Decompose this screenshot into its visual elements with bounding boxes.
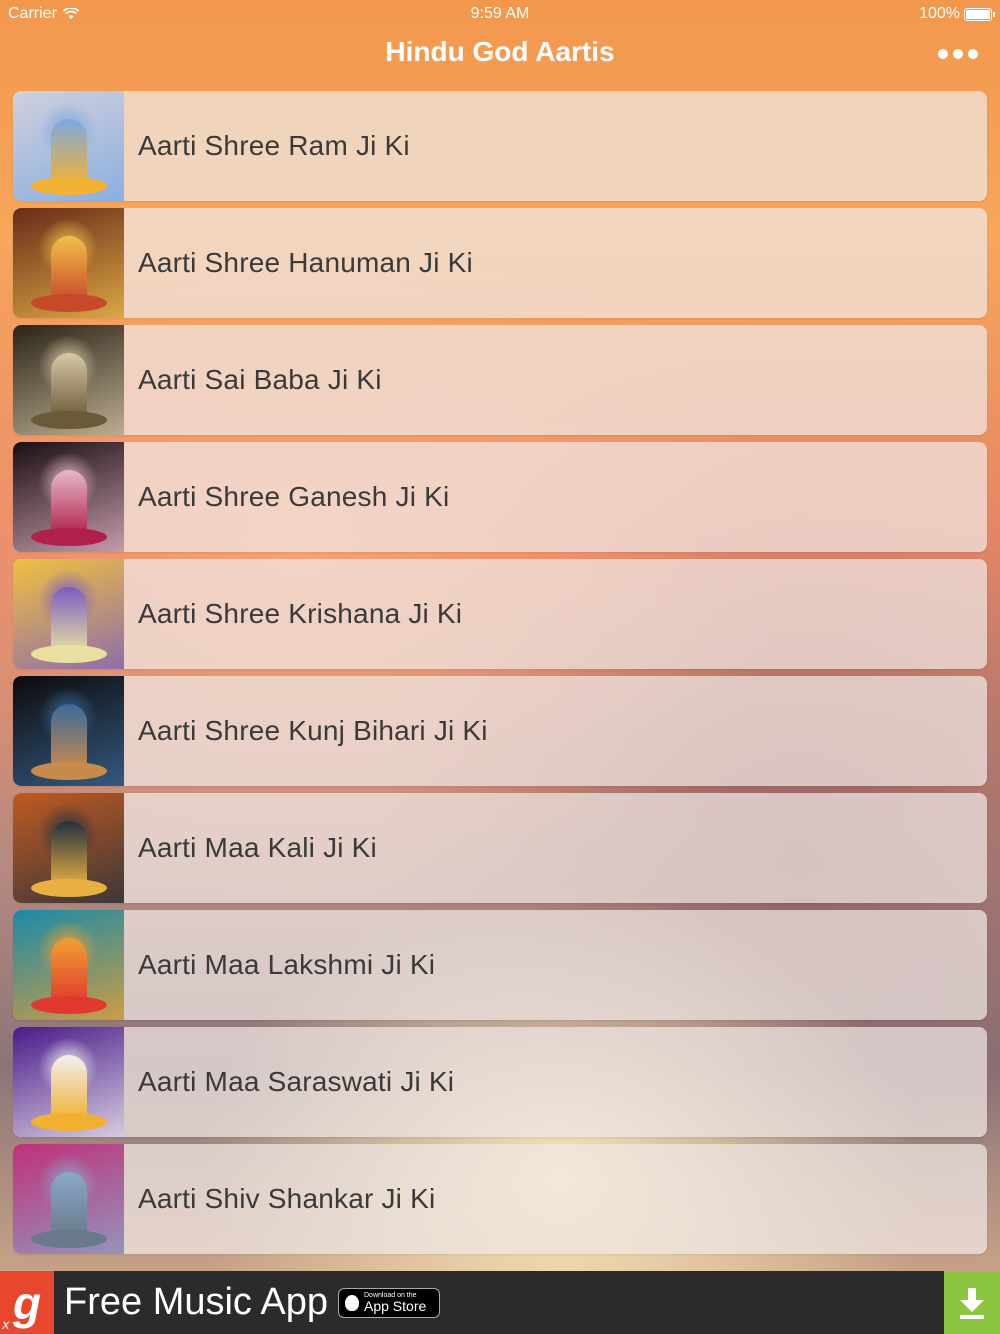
aarti-list-item[interactable]: Aarti Shiv Shankar Ji Ki <box>13 1144 987 1254</box>
thumbnail-base <box>31 645 107 663</box>
download-icon <box>960 1287 984 1319</box>
thumbnail-base <box>31 294 107 312</box>
ad-close-icon[interactable]: X <box>2 1320 9 1332</box>
battery-indicator: 100% <box>919 5 995 23</box>
deity-thumbnail <box>13 676 124 786</box>
aarti-title: Aarti Shree Ganesh Ji Ki <box>138 481 450 512</box>
thumbnail-figure <box>51 821 87 887</box>
aarti-list-item[interactable]: Aarti Shree Ram Ji Ki <box>13 91 987 201</box>
thumbnail-figure <box>51 938 87 1004</box>
thumbnail-figure <box>51 119 87 185</box>
deity-thumbnail <box>13 559 124 669</box>
thumbnail-base <box>31 177 107 195</box>
deity-thumbnail <box>13 325 124 435</box>
deity-thumbnail <box>13 793 124 903</box>
apple-icon <box>345 1294 359 1311</box>
ad-logo-letter: g <box>12 1276 42 1329</box>
aarti-list-item[interactable]: Aarti Shree Kunj Bihari Ji Ki <box>13 676 987 786</box>
aarti-list-item[interactable]: Aarti Shree Ganesh Ji Ki <box>13 442 987 552</box>
download-button[interactable] <box>944 1271 1000 1334</box>
thumbnail-base <box>31 762 107 780</box>
badge-text: Download on the App Store <box>364 1292 426 1313</box>
aarti-title: Aarti Sai Baba Ji Ki <box>138 364 382 395</box>
aarti-title: Aarti Shree Krishana Ji Ki <box>138 598 463 629</box>
status-time: 9:59 AM <box>470 5 530 22</box>
aarti-list-item[interactable]: Aarti Shree Krishana Ji Ki <box>13 559 987 669</box>
thumbnail-base <box>31 996 107 1014</box>
deity-thumbnail <box>13 910 124 1020</box>
thumbnail-figure <box>51 587 87 653</box>
deity-thumbnail <box>13 1027 124 1137</box>
thumbnail-base <box>31 411 107 429</box>
battery-icon <box>964 7 995 21</box>
aarti-title: Aarti Shree Kunj Bihari Ji Ki <box>138 715 488 746</box>
aarti-title: Aarti Shiv Shankar Ji Ki <box>138 1183 436 1214</box>
app-store-badge[interactable]: Download on the App Store <box>338 1287 440 1318</box>
badge-big-text: App Store <box>364 1298 427 1314</box>
more-dot <box>968 49 978 59</box>
more-options-button[interactable] <box>938 44 978 64</box>
aarti-list: Aarti Shree Ram Ji Ki Aarti Shree Hanuman… <box>13 91 987 1261</box>
battery-percent: 100% <box>919 5 960 22</box>
aarti-list-item[interactable]: Aarti Maa Lakshmi Ji Ki <box>13 910 987 1020</box>
thumbnail-base <box>31 1230 107 1248</box>
aarti-title: Aarti Maa Saraswati Ji Ki <box>138 1066 455 1097</box>
ad-banner[interactable]: g X Free Music App Download on the App S… <box>0 1271 1000 1334</box>
deity-thumbnail <box>13 1144 124 1254</box>
more-dots-icon <box>938 49 948 59</box>
aarti-list-item[interactable]: Aarti Sai Baba Ji Ki <box>13 325 987 435</box>
thumbnail-figure <box>51 236 87 302</box>
ad-text[interactable]: Free Music App <box>64 1281 328 1324</box>
aarti-list-item[interactable]: Aarti Shree Hanuman Ji Ki <box>13 208 987 318</box>
deity-thumbnail <box>13 208 124 318</box>
thumbnail-figure <box>51 470 87 536</box>
aarti-title: Aarti Maa Lakshmi Ji Ki <box>138 949 436 980</box>
thumbnail-base <box>31 1113 107 1131</box>
thumbnail-base <box>31 879 107 897</box>
aarti-title: Aarti Shree Hanuman Ji Ki <box>138 247 473 278</box>
thumbnail-figure <box>51 353 87 419</box>
thumbnail-figure <box>51 1172 87 1238</box>
aarti-title: Aarti Maa Kali Ji Ki <box>138 832 377 863</box>
deity-thumbnail <box>13 91 124 201</box>
page-title: Hindu God Aartis <box>385 36 615 67</box>
deity-thumbnail <box>13 442 124 552</box>
aarti-list-item[interactable]: Aarti Maa Kali Ji Ki <box>13 793 987 903</box>
status-bar: Carrier 9:59 AM 100% <box>0 0 1000 28</box>
ad-logo[interactable]: g X <box>0 1271 54 1334</box>
thumbnail-figure <box>51 704 87 770</box>
aarti-list-item[interactable]: Aarti Maa Saraswati Ji Ki <box>13 1027 987 1137</box>
thumbnail-base <box>31 528 107 546</box>
thumbnail-figure <box>51 1055 87 1121</box>
more-dot <box>953 49 963 59</box>
aarti-title: Aarti Shree Ram Ji Ki <box>138 130 410 161</box>
